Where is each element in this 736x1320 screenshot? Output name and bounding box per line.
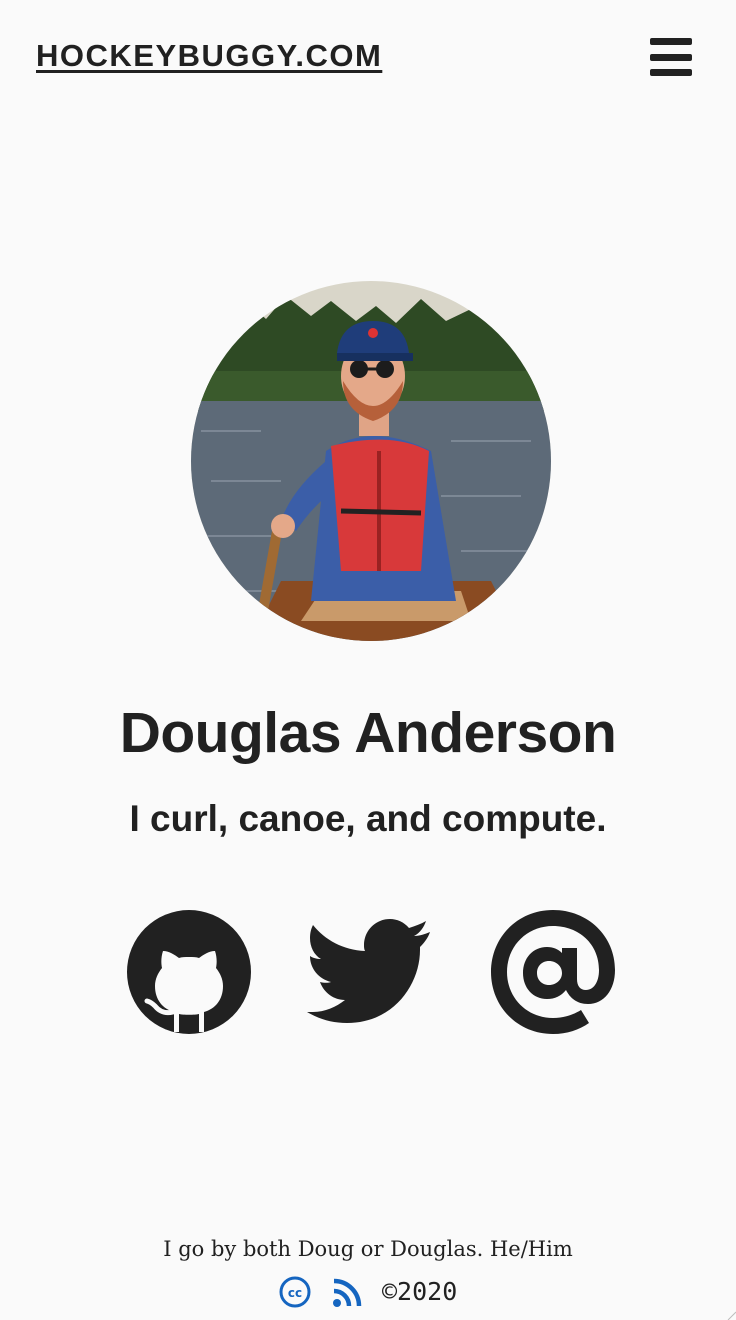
menu-bar-middle bbox=[650, 54, 692, 61]
profile-photo bbox=[191, 281, 551, 641]
svg-text:cc: cc bbox=[288, 1286, 302, 1300]
twitter-link[interactable] bbox=[306, 908, 434, 1036]
email-at-icon bbox=[491, 910, 615, 1034]
copyright-text: ©2020 bbox=[382, 1277, 458, 1306]
github-link[interactable] bbox=[125, 908, 253, 1036]
menu-bar-top bbox=[650, 38, 692, 45]
twitter-icon bbox=[307, 919, 430, 1023]
menu-bar-bottom bbox=[650, 69, 692, 76]
hamburger-menu-button[interactable] bbox=[650, 38, 692, 76]
email-link[interactable] bbox=[489, 908, 617, 1036]
profile-name: Douglas Anderson bbox=[119, 701, 617, 765]
footer-links: cc ©2020 bbox=[0, 1274, 736, 1310]
creative-commons-link[interactable]: cc bbox=[279, 1276, 311, 1308]
footer-note: I go by both Doug or Douglas. He/Him bbox=[163, 1237, 573, 1261]
profile-tagline: I curl, canoe, and compute. bbox=[129, 798, 607, 839]
creative-commons-icon: cc bbox=[279, 1276, 311, 1308]
resize-corner bbox=[727, 1311, 736, 1320]
site-title-link[interactable]: HOCKEYBUGGY.COM bbox=[36, 38, 382, 74]
rss-feed-icon bbox=[333, 1278, 362, 1307]
rss-feed-link[interactable] bbox=[332, 1278, 362, 1308]
github-icon bbox=[127, 910, 251, 1034]
